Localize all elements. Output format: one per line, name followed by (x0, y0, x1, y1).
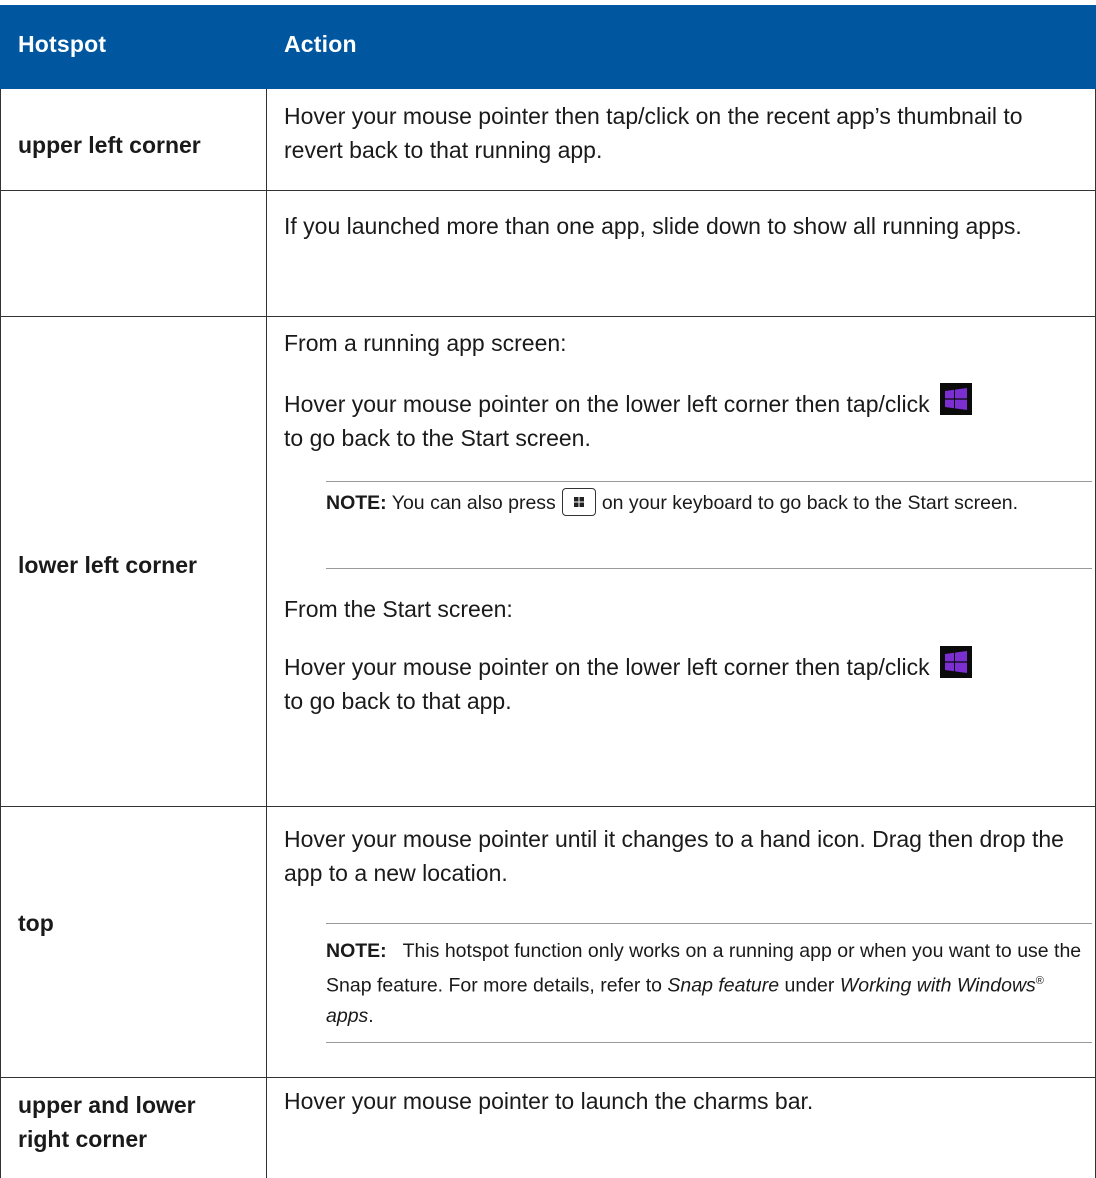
hotspot-upper-left: upper left corner (18, 132, 201, 158)
hotspot-lower-left: lower left corner (18, 552, 197, 578)
hotspot-top: top (18, 910, 54, 936)
para-from-running-app: From a running app screen: (284, 330, 567, 356)
windows-start-icon (940, 646, 972, 678)
action-top: Hover your mouse pointer until it change… (284, 826, 1064, 886)
left-border (0, 89, 1, 1178)
note-snap: NOTE: This hotspot function only works o… (326, 923, 1092, 1043)
table-header: Hotspot Action (0, 5, 1096, 89)
hotspot-right-line2: right corner (18, 1126, 148, 1152)
link-snap-feature: Snap feature (667, 974, 780, 997)
row-divider (0, 316, 1096, 317)
note-label: NOTE: (326, 492, 387, 514)
note-label: NOTE: (326, 940, 387, 962)
link-working-with-windows: Working with Windows (839, 974, 1036, 997)
para-hover-start: Hover your mouse pointer on the lower le… (284, 383, 1084, 455)
para-from-start-screen: From the Start screen: (284, 596, 513, 622)
action-multiple-apps: If you launched more than one app, slide… (284, 213, 1022, 239)
note-keyboard: NOTE: You can also press on your keyboar… (326, 481, 1092, 569)
hotspot-table: Hotspot Action upper left corner Hover y… (0, 0, 1096, 1178)
link-apps: apps (326, 1004, 369, 1027)
para-hover-app: Hover your mouse pointer on the lower le… (284, 646, 1084, 718)
header-action: Action (284, 31, 357, 57)
windows-start-icon (940, 383, 972, 415)
note-mid: under (784, 974, 835, 997)
note-pre: You can also press (391, 492, 556, 514)
registered-mark: ® (1035, 975, 1044, 987)
para-hover-start-end: to go back to the Start screen. (284, 425, 591, 451)
hotspot-right-corners: upper and lower right corner (18, 1088, 196, 1156)
column-divider (266, 89, 267, 1178)
header-hotspot: Hotspot (18, 31, 107, 57)
row-divider (0, 1077, 1096, 1078)
row-divider (0, 806, 1096, 807)
para-hover-app-end: to go back to that app. (284, 688, 512, 714)
windows-key-icon (561, 488, 596, 516)
para-hover-app-text: Hover your mouse pointer on the lower le… (284, 654, 930, 680)
para-hover-start-text: Hover your mouse pointer on the lower le… (284, 391, 930, 417)
note-post: on your keyboard to go back to the Start… (601, 492, 1019, 514)
row-divider (0, 190, 1096, 191)
action-right-corners: Hover your mouse pointer to launch the c… (284, 1088, 814, 1114)
note-end: . (368, 1004, 374, 1027)
action-upper-left: Hover your mouse pointer then tap/click … (284, 103, 1023, 163)
hotspot-right-line1: upper and lower (18, 1092, 196, 1118)
